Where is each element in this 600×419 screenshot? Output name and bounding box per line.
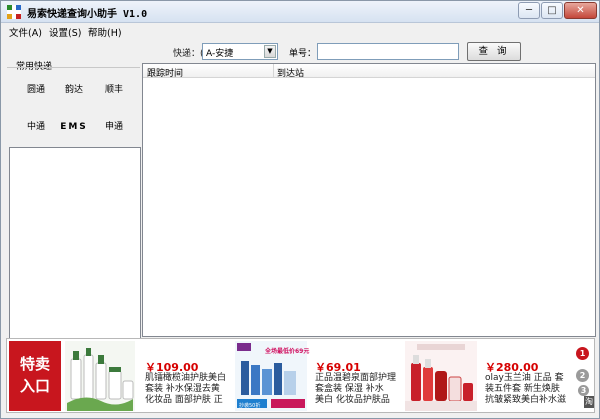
ad-1-desc-line: 肌镭橄榄油护肤美白 <box>145 373 227 383</box>
menu-help[interactable]: 帮助(H) <box>88 25 122 39</box>
history-list[interactable] <box>9 147 141 370</box>
skincare-bottles-image <box>65 341 135 411</box>
title-bar[interactable]: 易索快递查询小助手 V1.0 ─ □ ✕ <box>1 1 599 23</box>
menu-settings[interactable]: 设置(S) <box>49 25 81 39</box>
cosmetics-bottles-image <box>405 341 477 411</box>
taobao-link[interactable]: 淘 <box>584 396 594 408</box>
courier-zhongtong[interactable]: 中通 <box>17 120 55 134</box>
courier-select-value: A-安捷 <box>206 49 234 59</box>
column-header-station[interactable]: 到达站 <box>277 66 304 79</box>
tracking-results-table[interactable]: 跟踪时间 到达站 <box>142 63 596 337</box>
chevron-down-icon[interactable]: ▼ <box>264 45 276 58</box>
sale-label-line1: 特卖 <box>19 355 50 373</box>
courier-yunda[interactable]: 韵达 <box>55 83 93 97</box>
courier-shentong[interactable]: 申通 <box>95 120 133 134</box>
ad-2-badge: 全场最低价69元 <box>265 348 310 355</box>
ad-item-1[interactable]: ￥109.00 肌镭橄榄油护肤美白 套装 补水保湿去黄 化妆品 面部护肤 正 <box>65 341 235 411</box>
ad-page-2[interactable]: 2 <box>576 369 589 382</box>
ad-banner: 特卖 入口 ￥109.00 肌镭橄榄油护肤美白 套装 补水保湿去黄 化妆品 面部… <box>6 338 595 413</box>
minimize-button[interactable]: ─ <box>518 2 540 19</box>
menu-file[interactable]: 文件(A) <box>9 25 42 39</box>
ad-3-desc: olay玉兰油 正品 套 装五件套 新生焕肤 抗皱紧致美白补水滋 <box>485 373 566 406</box>
query-button[interactable]: 查 询 <box>467 42 521 61</box>
ad-1-desc-line: 套装 补水保湿去黄 <box>145 384 220 394</box>
maximize-button[interactable]: □ <box>541 2 563 19</box>
courier-shunfeng[interactable]: 顺丰 <box>95 83 133 97</box>
tracking-number-input[interactable] <box>317 43 459 60</box>
ad-2-desc: 正品温碧泉面部护理 套盒装 保湿 补水 美白 化妆品护肤品 <box>315 373 396 406</box>
window-title: 易索快递查询小助手 V1.0 <box>27 9 148 20</box>
courier-select[interactable]: A-安捷 ▼ <box>202 43 278 60</box>
column-header-time[interactable]: 跟踪时间 <box>147 66 183 79</box>
ad-1-desc-line: 化妆品 面部护肤 正 <box>145 395 223 405</box>
column-divider[interactable] <box>273 64 274 78</box>
ad-3-desc-line: olay玉兰油 正品 套 <box>485 373 564 383</box>
tracking-number-label: 单号： <box>289 49 317 59</box>
ad-page-1[interactable]: 1 <box>576 347 589 360</box>
courier-ems[interactable]: EMS <box>55 120 93 134</box>
sale-label-line2: 入口 <box>19 377 50 395</box>
ad-1-desc: 肌镭橄榄油护肤美白 套装 补水保湿去黄 化妆品 面部护肤 正 <box>145 373 226 406</box>
ad-3-desc-line: 抗皱紧致美白补水滋 <box>485 395 567 405</box>
app-logo-icon <box>7 5 21 19</box>
ad-2-desc-line: 正品温碧泉面部护理 <box>315 373 397 383</box>
ad-2-badge-sub: 抄袭50折 <box>239 403 261 409</box>
sale-entry-button[interactable]: 特卖 入口 <box>9 341 61 411</box>
ad-page-3[interactable]: 3 <box>578 385 589 396</box>
close-button[interactable]: ✕ <box>564 2 597 19</box>
ad-item-2[interactable]: 全场最低价69元 抄袭50折 ￥69.01 正品温碧泉面部护理 套盒装 保湿 补… <box>235 341 405 411</box>
left-panel: 常用快递 圆通 韵达 顺丰 中通 EMS 申通 全选 不选 删除 <box>7 57 141 391</box>
app-window: 易索快递查询小助手 V1.0 ─ □ ✕ 文件(A) 设置(S) 帮助(H) 快… <box>0 0 600 419</box>
ad-2-desc-line: 套盒装 保湿 补水 <box>315 384 384 394</box>
ad-item-3[interactable]: ￥280.00 olay玉兰油 正品 套 装五件套 新生焕肤 抗皱紧致美白补水滋 <box>405 341 575 411</box>
common-couriers-group: 圆通 韵达 顺丰 中通 EMS 申通 <box>7 67 140 149</box>
table-header: 跟踪时间 到达站 <box>143 64 595 79</box>
ad-3-desc-line: 装五件套 新生焕肤 <box>485 384 560 394</box>
courier-yuantong[interactable]: 圆通 <box>17 83 55 97</box>
menu-bar: 文件(A) 设置(S) 帮助(H) <box>1 23 599 39</box>
ad-2-desc-line: 美白 化妆品护肤品 <box>315 395 390 405</box>
